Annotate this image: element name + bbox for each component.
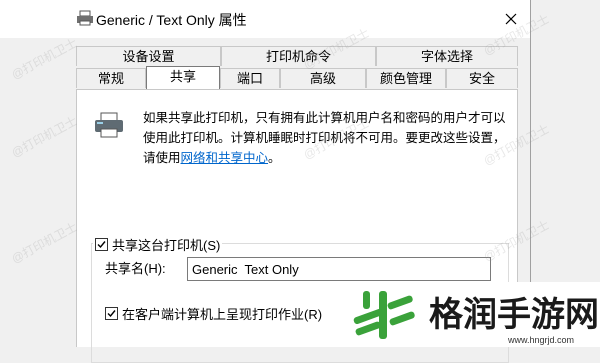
tab-label: 安全 xyxy=(468,71,495,86)
share-printer-checkbox[interactable] xyxy=(95,238,108,251)
tab-label: 颜色管理 xyxy=(379,71,432,86)
tab-printer-commands[interactable]: 打印机命令 xyxy=(221,46,376,66)
tab-label: 常规 xyxy=(97,71,124,86)
checkmark-icon xyxy=(97,241,106,249)
tab-color-management[interactable]: 颜色管理 xyxy=(366,68,446,88)
tab-label: 字体选择 xyxy=(420,49,473,64)
close-button[interactable] xyxy=(498,6,524,32)
tab-label: 共享 xyxy=(169,69,196,84)
tab-label: 设备设置 xyxy=(122,49,175,64)
title-bar: Generic / Text Only 属性 xyxy=(0,0,530,38)
checkmark-icon xyxy=(107,310,116,318)
site-logo: 格润手游网 www.hngrjd.com xyxy=(345,282,600,347)
share-name-label: 共享名(H): xyxy=(105,261,166,276)
site-name: 格润手游网 xyxy=(429,294,599,335)
watermark: @打印机卫士 xyxy=(9,35,80,83)
sharing-info-text: 如果共享此打印机，只有拥有此计算机用户名和密码的用户才可以使用此打印机。计算机睡… xyxy=(143,108,513,168)
network-sharing-center-link[interactable]: 网络和共享中心 xyxy=(181,151,269,165)
site-url: www.hngrjd.com xyxy=(507,335,574,345)
logo-icon xyxy=(353,290,415,339)
tab-device-settings[interactable]: 设备设置 xyxy=(76,46,221,66)
watermark: @打印机卫士 xyxy=(9,113,80,161)
watermark: @打印机卫士 xyxy=(9,219,80,267)
printer-icon xyxy=(77,10,93,26)
tab-ports[interactable]: 端口 xyxy=(220,68,280,88)
share-printer-label: 共享这台打印机(S) xyxy=(112,238,221,253)
info-suffix: 。 xyxy=(268,151,281,165)
render-jobs-option[interactable]: 在客户端计算机上呈现打印作业(R) xyxy=(105,304,322,323)
share-printer-option[interactable]: 共享这台打印机(S) xyxy=(93,235,223,254)
tab-font-selection[interactable]: 字体选择 xyxy=(376,46,518,66)
share-name-input[interactable] xyxy=(187,257,491,281)
tab-label: 端口 xyxy=(236,71,263,86)
tab-security[interactable]: 安全 xyxy=(446,68,518,88)
tab-label: 打印机命令 xyxy=(265,49,331,64)
tab-general[interactable]: 常规 xyxy=(76,68,146,88)
tab-label: 高级 xyxy=(309,71,336,86)
render-jobs-checkbox[interactable] xyxy=(105,307,118,320)
tab-advanced[interactable]: 高级 xyxy=(280,68,366,88)
window-title: Generic / Text Only 属性 xyxy=(96,12,247,28)
close-icon xyxy=(505,13,517,25)
tab-sharing[interactable]: 共享 xyxy=(146,66,220,89)
share-name-row: 共享名(H): xyxy=(105,258,166,277)
render-jobs-label: 在客户端计算机上呈现打印作业(R) xyxy=(122,307,323,322)
shared-printer-icon xyxy=(95,112,123,138)
